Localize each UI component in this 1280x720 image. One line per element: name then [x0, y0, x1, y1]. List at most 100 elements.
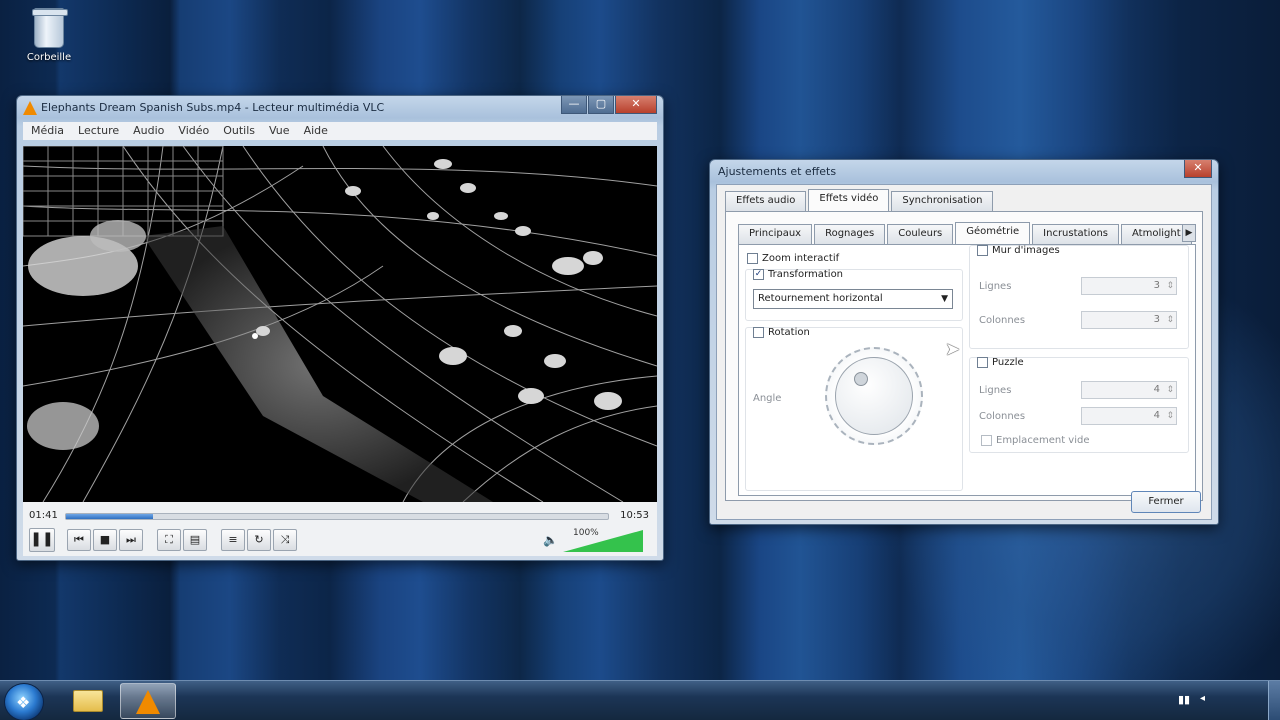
show-desktop-button[interactable] — [1268, 681, 1280, 720]
dropdown-arrow-icon: ▼ — [941, 294, 948, 304]
speaker-icon[interactable]: 🔈 — [543, 533, 558, 547]
vlc-menubar: Média Lecture Audio Vidéo Outils Vue Aid… — [23, 122, 657, 140]
menu-audio[interactable]: Audio — [133, 122, 164, 140]
start-button[interactable]: ❖ — [4, 683, 44, 720]
outer-tab-bar: Effets audio Effets vidéo Synchronisatio… — [725, 189, 995, 211]
adjustments-effects-dialog: Ajustements et effets ✕ Effets audio Eff… — [709, 159, 1219, 525]
tab-scroll-right-button[interactable]: ▶ — [1182, 224, 1196, 242]
fullscreen-button[interactable]: ⛶ — [157, 529, 181, 551]
tab-video-effects[interactable]: Effets vidéo — [808, 189, 890, 211]
taskbar-explorer-button[interactable] — [60, 683, 116, 719]
dialog-titlebar[interactable]: Ajustements et effets ✕ — [710, 160, 1218, 184]
checkbox-box — [977, 357, 988, 368]
tab-colors[interactable]: Couleurs — [887, 224, 954, 244]
vlc-player-window: Elephants Dream Spanish Subs.mp4 - Lecte… — [16, 95, 664, 561]
close-dialog-button[interactable]: Fermer — [1131, 491, 1201, 513]
transformation-selected: Retournement horizontal — [758, 293, 883, 304]
minimize-button[interactable]: — — [561, 96, 587, 114]
checkbox-box — [753, 327, 764, 338]
menu-tools[interactable]: Outils — [223, 122, 255, 140]
wall-cols-spinbox[interactable]: 3 — [1081, 311, 1177, 329]
volume-control[interactable]: 🔈 100% — [543, 528, 643, 552]
windows-logo-icon: ❖ — [16, 693, 31, 712]
zoom-interactive-label: Zoom interactif — [762, 253, 840, 264]
previous-button[interactable]: ⏮ — [67, 529, 91, 551]
rotation-checkbox[interactable]: Rotation — [753, 327, 810, 338]
menu-view[interactable]: Vue — [269, 122, 290, 140]
checkbox-box — [977, 245, 988, 256]
menu-help[interactable]: Aide — [304, 122, 328, 140]
rotation-label: Rotation — [768, 327, 810, 338]
tab-crop[interactable]: Rognages — [814, 224, 886, 244]
video-frame-image — [23, 146, 657, 502]
tab-overlay[interactable]: Incrustations — [1032, 224, 1120, 244]
wall-rows-label: Lignes — [979, 281, 1012, 292]
puzzle-label: Puzzle — [992, 357, 1024, 368]
system-tray: ▮▮ ◂ — [1170, 681, 1280, 720]
network-icon[interactable]: ▮▮ — [1178, 693, 1190, 706]
menu-video[interactable]: Vidéo — [178, 122, 209, 140]
puzzle-cols-spinbox[interactable]: 4 — [1081, 407, 1177, 425]
puzzle-rows-label: Lignes — [979, 385, 1012, 396]
taskbar-vlc-button[interactable] — [120, 683, 176, 719]
vlc-cone-icon — [136, 690, 160, 714]
wall-label: Mur d'images — [992, 245, 1060, 256]
volume-percent: 100% — [573, 528, 599, 538]
folder-icon — [73, 690, 103, 712]
vlc-controls: 01:41 10:53 ❚❚ ⏮ ■ ⏭ ⛶ ▤ ≡ ↻ ⤨ 🔈 100% — [23, 502, 657, 556]
vlc-cone-icon — [23, 101, 37, 115]
extended-settings-button[interactable]: ≡ — [221, 529, 245, 551]
tray-volume-icon[interactable]: ◂ — [1200, 693, 1205, 704]
video-surface[interactable] — [23, 146, 657, 502]
random-button[interactable]: ⤨ — [273, 529, 297, 551]
puzzle-blackslot-label: Emplacement vide — [996, 435, 1090, 446]
play-pause-button[interactable]: ❚❚ — [29, 528, 55, 552]
playlist-button[interactable]: ▤ — [183, 529, 207, 551]
wall-checkbox[interactable]: Mur d'images — [977, 245, 1060, 256]
recycle-bin-label: Corbeille — [26, 52, 72, 63]
vlc-caption-buttons: — ▢ ✕ — [560, 96, 657, 114]
maximize-button[interactable]: ▢ — [588, 96, 614, 114]
time-elapsed: 01:41 — [29, 510, 58, 521]
geometry-panel: Zoom interactif ✓ Transformation Retourn… — [738, 244, 1196, 496]
stop-button[interactable]: ■ — [93, 529, 117, 551]
dial-face — [835, 357, 913, 435]
puzzle-blackslot-checkbox[interactable]: Emplacement vide — [981, 435, 1090, 446]
wall-cols-label: Colonnes — [979, 315, 1026, 326]
vlc-window-title: Elephants Dream Spanish Subs.mp4 - Lecte… — [41, 101, 385, 114]
time-total: 10:53 — [620, 510, 649, 521]
menu-playback[interactable]: Lecture — [78, 122, 119, 140]
angle-label: Angle — [753, 393, 782, 404]
vlc-titlebar[interactable]: Elephants Dream Spanish Subs.mp4 - Lecte… — [17, 96, 663, 120]
transformation-checkbox[interactable]: ✓ Transformation — [753, 269, 843, 280]
menu-media[interactable]: Média — [31, 122, 64, 140]
transformation-select[interactable]: Retournement horizontal ▼ — [753, 289, 953, 309]
mouse-cursor-icon: ➤ — [945, 339, 961, 360]
tab-essential[interactable]: Principaux — [738, 224, 813, 244]
seek-slider[interactable] — [65, 513, 609, 520]
wall-group — [969, 245, 1189, 349]
close-button[interactable]: ✕ — [615, 96, 657, 114]
loop-button[interactable]: ↻ — [247, 529, 271, 551]
wall-rows-spinbox[interactable]: 3 — [1081, 277, 1177, 295]
next-button[interactable]: ⏭ — [119, 529, 143, 551]
puzzle-checkbox[interactable]: Puzzle — [977, 357, 1024, 368]
puzzle-rows-spinbox[interactable]: 4 — [1081, 381, 1177, 399]
tab-audio-effects[interactable]: Effets audio — [725, 191, 807, 211]
control-buttons: ❚❚ ⏮ ■ ⏭ ⛶ ▤ ≡ ↻ ⤨ — [29, 528, 299, 552]
zoom-interactive-checkbox[interactable]: Zoom interactif — [747, 253, 839, 264]
checkbox-box — [747, 253, 758, 264]
seek-row: 01:41 10:53 — [29, 510, 649, 524]
recycle-bin-icon — [34, 8, 64, 48]
seek-progress — [66, 514, 153, 519]
tab-geometry[interactable]: Géométrie — [955, 222, 1031, 244]
dialog-caption-buttons: ✕ — [1183, 160, 1212, 178]
dial-knob[interactable] — [854, 372, 868, 386]
taskbar: ❖ ▮▮ ◂ — [0, 680, 1280, 720]
recycle-bin[interactable]: Corbeille — [20, 8, 78, 63]
tab-synchronization[interactable]: Synchronisation — [891, 191, 994, 211]
puzzle-cols-label: Colonnes — [979, 411, 1026, 422]
angle-dial[interactable] — [825, 347, 923, 445]
desktop-background: Corbeille Elephants Dream Spanish Subs.m… — [0, 0, 1280, 720]
dialog-close-x-button[interactable]: ✕ — [1184, 160, 1212, 178]
